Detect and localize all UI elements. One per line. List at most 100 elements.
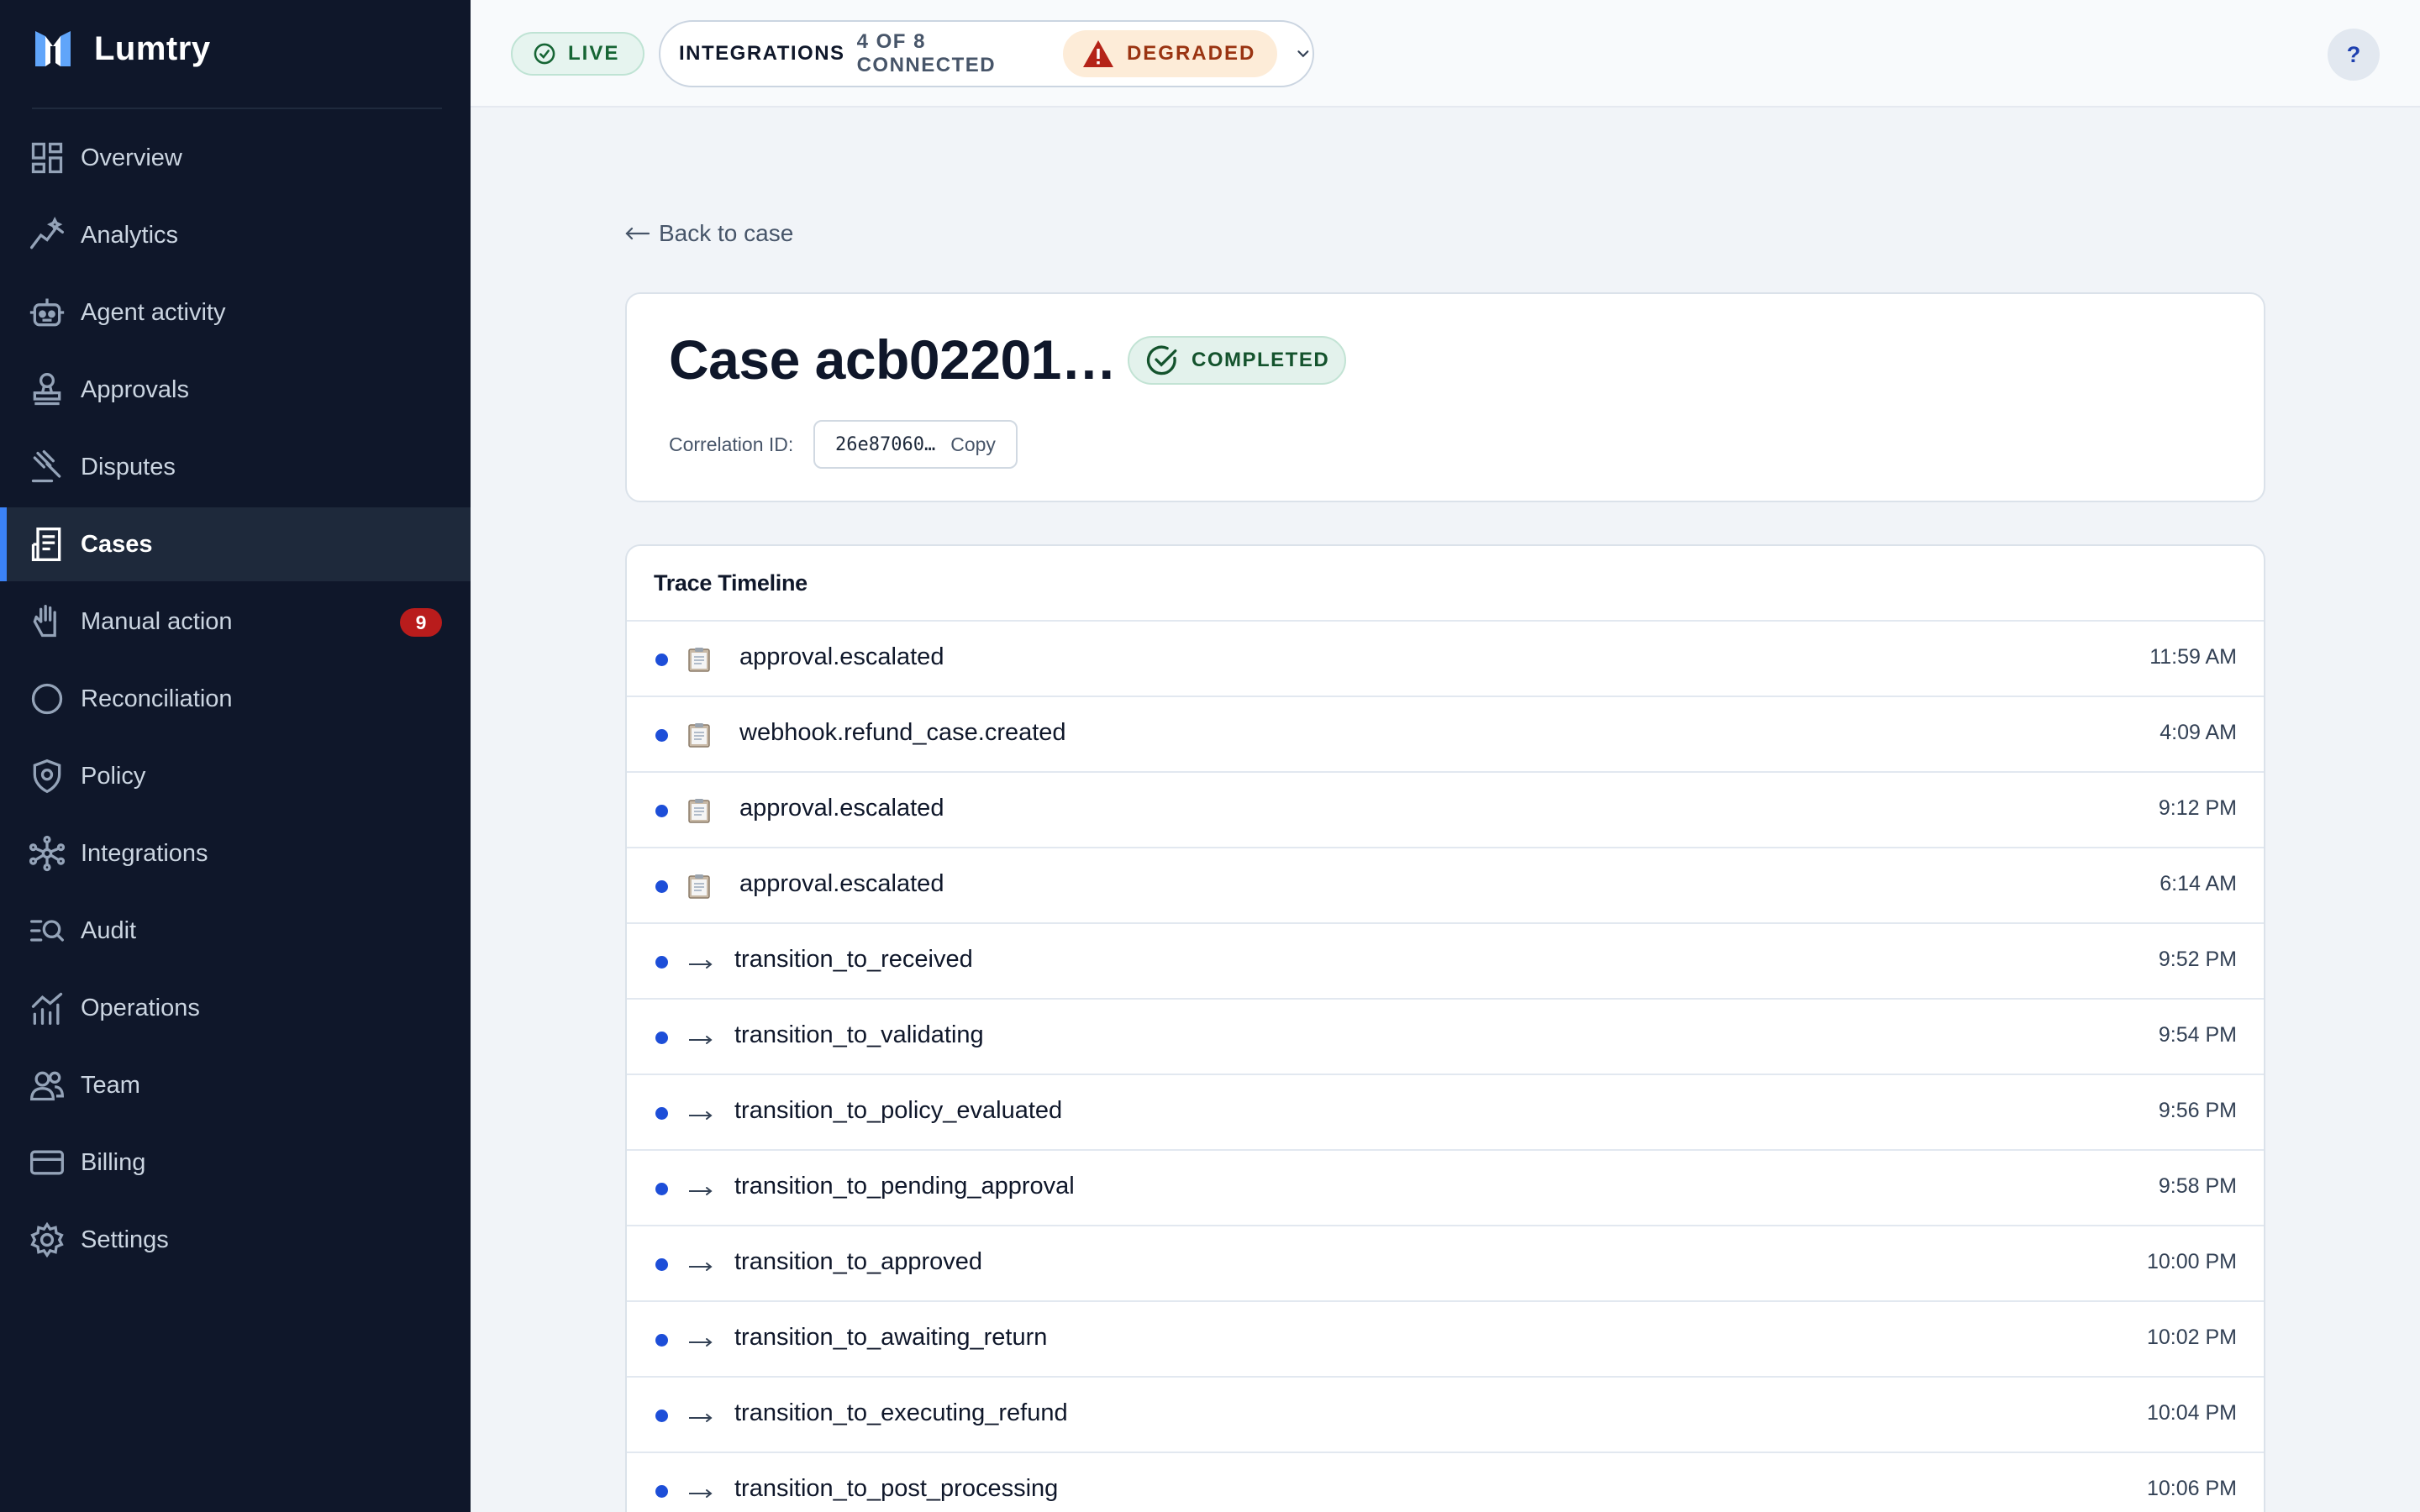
timeline-dot <box>655 729 668 742</box>
sidebar-item-label: Overview <box>81 144 182 171</box>
sidebar-nav: Overview Analytics Agent activity Approv… <box>0 121 471 1280</box>
card-icon <box>30 1150 64 1175</box>
integrations-count: 4 OF 8 CONNECTED <box>856 30 997 76</box>
top-bar: LIVE INTEGRATIONS 4 OF 8 CONNECTED DEGRA… <box>471 0 2420 108</box>
sidebar-item-reconciliation[interactable]: Reconciliation <box>0 662 471 736</box>
timeline-event-time: 4:09 AM <box>2160 721 2237 744</box>
copy-button[interactable]: Copy <box>950 433 996 456</box>
timeline-event-time: 9:58 PM <box>2158 1174 2237 1198</box>
arrow-right-icon <box>689 1338 713 1347</box>
integrations-status-dropdown[interactable]: INTEGRATIONS 4 OF 8 CONNECTED DEGRADED <box>659 20 1314 87</box>
search-list-icon <box>30 920 64 942</box>
sidebar-item-audit[interactable]: Audit <box>0 894 471 968</box>
sidebar-item-cases[interactable]: Cases <box>0 507 471 581</box>
sidebar-divider <box>32 108 442 109</box>
timeline-event-row[interactable]: transition_to_policy_evaluated 9:56 PM <box>627 1075 2264 1151</box>
trace-timeline-title: Trace Timeline <box>627 546 2264 622</box>
back-to-case-link[interactable]: Back to case <box>625 220 793 247</box>
clipboard-icon <box>688 648 710 672</box>
brand[interactable]: Lumtry <box>32 25 211 72</box>
gear-icon <box>30 1221 64 1258</box>
timeline-event-row[interactable]: transition_to_pending_approval 9:58 PM <box>627 1151 2264 1226</box>
timeline-event-label: transition_to_post_processing <box>734 1475 1059 1502</box>
circle-icon <box>31 683 63 715</box>
sidebar-item-manual-action[interactable]: Manual action 9 <box>0 585 471 659</box>
timeline-event-time: 10:02 PM <box>2146 1326 2237 1349</box>
degraded-badge: DEGRADED <box>1062 30 1278 77</box>
timeline-dot <box>655 654 668 666</box>
timeline-event-time: 10:00 PM <box>2146 1250 2237 1273</box>
timeline-event-row[interactable]: transition_to_validating 9:54 PM <box>627 1000 2264 1075</box>
chevron-down-icon <box>1297 50 1309 58</box>
manual-action-count-badge: 9 <box>400 608 442 637</box>
timeline-event-row[interactable]: approval.escalated 9:12 PM <box>627 773 2264 848</box>
timeline-event-row[interactable]: transition_to_approved 10:00 PM <box>627 1226 2264 1302</box>
sidebar-item-analytics[interactable]: Analytics <box>0 198 471 272</box>
sidebar-item-label: Approvals <box>81 375 189 403</box>
receipt-icon <box>31 528 61 561</box>
timeline-dot <box>655 1485 668 1498</box>
sidebar-item-policy[interactable]: Policy <box>0 739 471 813</box>
sidebar-item-integrations[interactable]: Integrations <box>0 816 471 890</box>
timeline-event-label: transition_to_validating <box>734 1021 984 1048</box>
timeline-dot <box>655 1258 668 1271</box>
timeline-event-time: 6:14 AM <box>2160 872 2237 895</box>
timeline-event-time: 10:04 PM <box>2146 1401 2237 1425</box>
sidebar-item-settings[interactable]: Settings <box>0 1203 471 1277</box>
robot-icon <box>29 298 65 327</box>
sidebar-item-label: Analytics <box>81 221 179 249</box>
live-status-pill[interactable]: LIVE <box>511 32 645 76</box>
arrow-right-icon <box>689 1036 713 1044</box>
timeline-event-label: approval.escalated <box>739 870 944 897</box>
timeline-event-label: transition_to_pending_approval <box>734 1173 1075 1200</box>
timeline-dot <box>655 1183 668 1195</box>
timeline-dot <box>655 1107 668 1120</box>
sidebar-item-billing[interactable]: Billing <box>0 1126 471 1200</box>
sidebar-item-label: Integrations <box>81 839 208 867</box>
arrow-right-icon <box>689 1414 713 1422</box>
timeline-dot <box>655 1410 668 1422</box>
users-icon <box>30 1071 64 1101</box>
timeline-event-time: 9:54 PM <box>2158 1023 2237 1047</box>
correlation-id-value: 26e87060… <box>835 433 936 455</box>
timeline-event-row[interactable]: transition_to_awaiting_return 10:02 PM <box>627 1302 2264 1378</box>
sidebar-item-operations[interactable]: Operations <box>0 971 471 1045</box>
sidebar-item-label: Manual action <box>81 607 233 635</box>
shield-icon <box>33 759 61 794</box>
clipboard-icon <box>688 723 710 748</box>
sidebar-item-disputes[interactable]: Disputes <box>0 430 471 504</box>
timeline-event-row[interactable]: approval.escalated 11:59 AM <box>627 622 2264 697</box>
sidebar-item-label: Reconciliation <box>81 685 233 712</box>
timeline-event-label: transition_to_awaiting_return <box>734 1324 1048 1351</box>
lumtry-logo-icon <box>35 31 71 66</box>
sidebar-item-team[interactable]: Team <box>0 1048 471 1122</box>
timeline-event-time: 9:52 PM <box>2158 948 2237 971</box>
timeline-event-label: approval.escalated <box>739 795 944 822</box>
sidebar-item-label: Agent activity <box>81 298 226 326</box>
clipboard-icon <box>688 799 710 823</box>
analytics-icon <box>30 217 64 249</box>
sidebar-item-label: Operations <box>81 994 200 1021</box>
trace-timeline-list: approval.escalated 11:59 AM webhook.refund… <box>627 622 2264 1512</box>
sidebar-item-label: Team <box>81 1071 140 1099</box>
timeline-event-label: transition_to_approved <box>734 1248 983 1275</box>
arrow-right-icon <box>689 1111 713 1120</box>
timeline-event-row[interactable]: approval.escalated 6:14 AM <box>627 848 2264 924</box>
timeline-event-label: transition_to_policy_evaluated <box>734 1097 1063 1124</box>
timeline-dot <box>655 880 668 893</box>
timeline-event-row[interactable]: webhook.refund_case.created 4:09 AM <box>627 697 2264 773</box>
timeline-dot <box>655 1032 668 1044</box>
timeline-event-row[interactable]: transition_to_received 9:52 PM <box>627 924 2264 1000</box>
timeline-event-row[interactable]: transition_to_post_processing 10:06 PM <box>627 1453 2264 1512</box>
help-button[interactable]: ? <box>2328 29 2380 81</box>
sidebar: Lumtry Overview Analytics Agent activity <box>0 0 471 1512</box>
status-badge-label: COMPLETED <box>1192 349 1330 371</box>
sidebar-item-label: Disputes <box>81 453 176 480</box>
sidebar-item-agent-activity[interactable]: Agent activity <box>0 276 471 349</box>
sidebar-item-overview[interactable]: Overview <box>0 121 471 195</box>
timeline-event-row[interactable]: transition_to_executing_refund 10:04 PM <box>627 1378 2264 1453</box>
timeline-dot <box>655 1334 668 1347</box>
check-circle-icon <box>534 43 555 65</box>
timeline-dot <box>655 956 668 969</box>
sidebar-item-approvals[interactable]: Approvals <box>0 353 471 427</box>
